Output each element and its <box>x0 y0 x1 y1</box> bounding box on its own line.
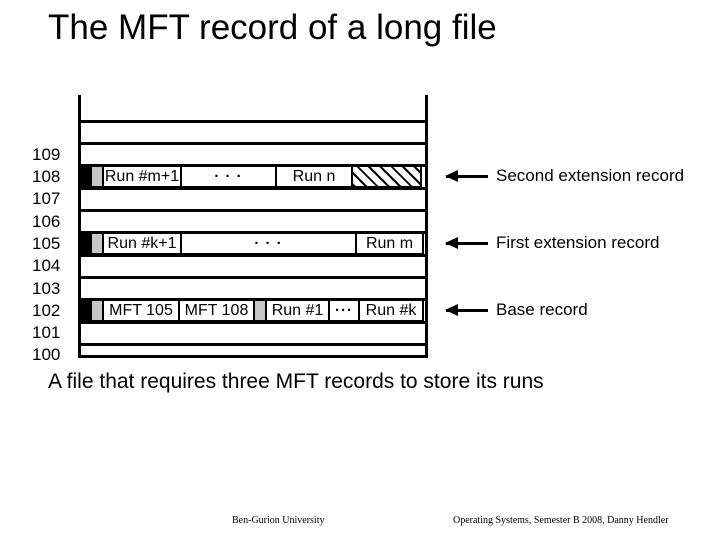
row-number-106: 106 <box>32 212 61 231</box>
footer-institution: Ben-Gurion University <box>232 515 325 526</box>
attribute-list-entry-mft-105: MFT 105 <box>102 299 180 322</box>
footer-course: Operating Systems, Semester B 2008, Dann… <box>453 515 669 526</box>
row-number-108: 108 <box>32 167 61 186</box>
run-cell-run-n: Run n <box>275 165 353 188</box>
row-number-105: 105 <box>32 234 61 253</box>
slide: The MFT record of a long file 109 108 10… <box>0 0 720 540</box>
callout-label-second-extension: Second extension record <box>496 166 685 185</box>
run-cell-run-k-plus-1: Run #k+1 <box>102 232 182 255</box>
run-ellipsis: ··· <box>328 299 360 322</box>
row-number-101: 101 <box>32 323 61 342</box>
attribute-list-entry-mft-108: MFT 108 <box>178 299 255 322</box>
callout-arrow-first-extension <box>445 237 488 249</box>
table-rule <box>78 343 428 346</box>
table-rule <box>78 355 428 358</box>
run-ellipsis: · · · <box>180 165 277 188</box>
row-number-109: 109 <box>32 145 61 164</box>
callout-arrow-base <box>445 304 488 316</box>
row-number-107: 107 <box>32 189 61 208</box>
mft-record-108: Run #m+1 · · · Run n <box>78 165 428 188</box>
table-rule <box>78 120 428 123</box>
table-rule <box>78 142 428 145</box>
mft-diagram: 109 108 107 106 105 104 103 102 101 100 … <box>0 0 720 380</box>
run-cell-run-1: Run #1 <box>265 299 330 322</box>
callout-label-first-extension: First extension record <box>496 233 660 252</box>
table-rule <box>78 209 428 212</box>
unused-space-hatch <box>351 165 422 188</box>
row-number-102: 102 <box>32 301 61 320</box>
row-number-103: 103 <box>32 279 61 298</box>
mft-record-102: MFT 105 MFT 108 Run #1 ··· Run #k <box>78 299 428 322</box>
row-number-100: 100 <box>32 345 61 364</box>
run-cell-run-k: Run #k <box>358 299 424 322</box>
row-number-104: 104 <box>32 256 61 275</box>
run-cell-run-m: Run m <box>355 232 424 255</box>
mft-record-105: Run #k+1 · · · Run m <box>78 232 428 255</box>
callout-label-base: Base record <box>496 300 588 319</box>
figure-caption: A file that requires three MFT records t… <box>48 370 544 393</box>
run-cell-run-m-plus-1: Run #m+1 <box>102 165 182 188</box>
table-rule <box>78 276 428 279</box>
run-ellipsis: · · · <box>180 232 357 255</box>
callout-arrow-second-extension <box>445 170 488 182</box>
